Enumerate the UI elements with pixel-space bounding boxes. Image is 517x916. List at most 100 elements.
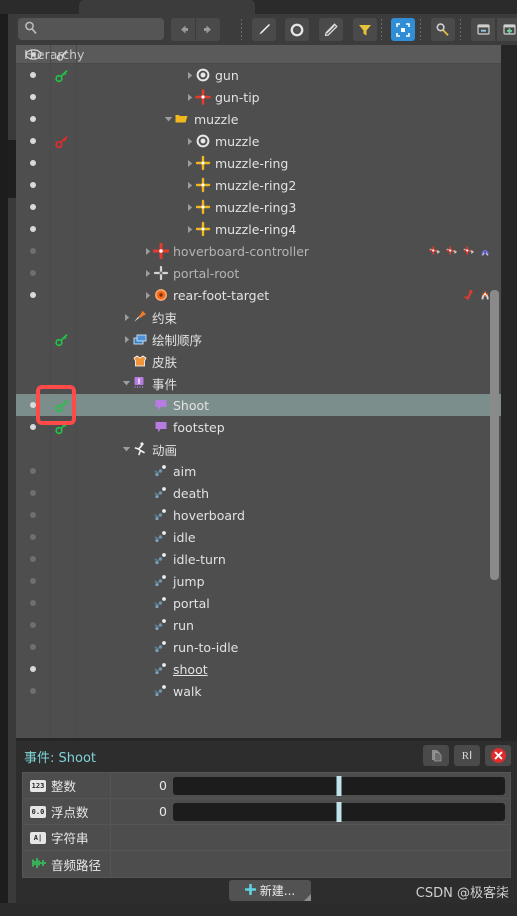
visibility-dot[interactable]	[30, 424, 36, 430]
visibility-dot[interactable]	[30, 116, 36, 122]
tree-row-content[interactable]: hoverboard	[143, 504, 245, 526]
ik-constraint-icon[interactable]	[428, 243, 442, 262]
hierarchy-tree[interactable]: Hierarchy gun gun-tip muzzle muzzle muzzle-r…	[16, 45, 501, 738]
chevron-right-icon[interactable]	[185, 64, 194, 86]
tree-row[interactable]: 事件	[16, 372, 501, 394]
tree-row[interactable]: hoverboard-controller	[16, 240, 501, 262]
chevron-down-icon[interactable]	[122, 438, 131, 460]
chevron-right-icon[interactable]	[143, 262, 152, 284]
visibility-dot[interactable]	[30, 292, 36, 298]
tree-row-content[interactable]: portal	[143, 592, 210, 614]
visibility-dot[interactable]	[30, 688, 36, 694]
dropdown-corner-icon[interactable]	[304, 894, 311, 901]
key-green-icon[interactable]	[54, 398, 72, 413]
ik-constraint-icon[interactable]	[462, 243, 476, 262]
tree-row[interactable]: muzzle-ring	[16, 152, 501, 174]
key-green-icon[interactable]	[54, 332, 72, 347]
tree-row-list[interactable]: gun gun-tip muzzle muzzle muzzle-ring muzzle-…	[16, 64, 501, 738]
tree-row-content[interactable]: muzzle-ring4	[185, 218, 296, 240]
tree-row[interactable]: footstep	[16, 416, 501, 438]
chevron-right-icon[interactable]	[185, 174, 194, 196]
tree-row[interactable]: 约束	[16, 306, 501, 328]
tree-row[interactable]: hoverboard	[16, 504, 501, 526]
search-input[interactable]	[18, 18, 193, 40]
chevron-right-icon[interactable]	[122, 306, 131, 328]
key-green-icon[interactable]	[54, 68, 72, 83]
circle-tool-button[interactable]	[285, 18, 309, 41]
tree-row-content[interactable]: idle-turn	[143, 548, 226, 570]
tree-row-content[interactable]: shoot	[143, 658, 208, 680]
tree-row-content[interactable]: muzzle	[185, 130, 259, 152]
search-field[interactable]	[38, 22, 193, 36]
tree-row[interactable]: shoot	[16, 658, 501, 680]
tree-scrollbar[interactable]	[490, 290, 499, 580]
transform-constraint-icon[interactable]	[462, 287, 476, 306]
audio-path-property[interactable]: 音频路径	[23, 851, 510, 877]
tree-row-content[interactable]: muzzle-ring	[185, 152, 288, 174]
tree-row[interactable]: 皮肤	[16, 350, 501, 372]
float-property[interactable]: 0.0 浮点数 0	[23, 799, 510, 825]
visibility-dot[interactable]	[30, 204, 36, 210]
property-value-cell[interactable]: 0	[111, 799, 510, 824]
rename-button[interactable]: RI	[454, 745, 480, 766]
slider-handle[interactable]	[336, 801, 342, 822]
tree-row-content[interactable]: 事件	[122, 372, 177, 394]
tree-row-content[interactable]: idle	[143, 526, 196, 548]
visibility-dot[interactable]	[30, 556, 36, 562]
tree-row-content[interactable]: gun-tip	[185, 86, 260, 108]
pencil-tool-button[interactable]	[319, 18, 343, 41]
visibility-dot[interactable]	[30, 512, 36, 518]
property-number-value[interactable]: 0	[111, 804, 173, 819]
tree-row-content[interactable]: Shoot	[143, 394, 209, 416]
tree-row[interactable]: 动画	[16, 438, 501, 460]
tree-row-content[interactable]: jump	[143, 570, 205, 592]
ik-constraint-icon[interactable]	[445, 243, 459, 262]
visibility-dot[interactable]	[30, 644, 36, 650]
property-slider[interactable]	[173, 775, 505, 796]
slider-handle[interactable]	[336, 775, 342, 796]
forward-button[interactable]	[196, 18, 220, 41]
tree-row-content[interactable]: run-to-idle	[143, 636, 238, 658]
property-slider[interactable]	[173, 801, 505, 822]
tree-row[interactable]: run	[16, 614, 501, 636]
tree-row-content[interactable]: 皮肤	[122, 350, 177, 372]
tree-row[interactable]: muzzle-ring2	[16, 174, 501, 196]
tree-row[interactable]: walk	[16, 680, 501, 702]
tree-row[interactable]: muzzle	[16, 130, 501, 152]
tree-row-content[interactable]: rear-foot-target	[143, 284, 269, 306]
visibility-dot[interactable]	[30, 468, 36, 474]
tree-row[interactable]: death	[16, 482, 501, 504]
delete-button[interactable]	[485, 745, 511, 766]
duplicate-button[interactable]	[423, 745, 449, 766]
path-constraint-icon[interactable]	[479, 243, 493, 262]
property-number-value[interactable]: 0	[111, 778, 173, 793]
chevron-right-icon[interactable]	[185, 86, 194, 108]
chevron-right-icon[interactable]	[122, 328, 131, 350]
tree-row[interactable]: Shoot	[16, 394, 501, 416]
tree-row-content[interactable]: run	[143, 614, 194, 636]
tree-row-content[interactable]: 约束	[122, 306, 177, 328]
chevron-right-icon[interactable]	[185, 218, 194, 240]
back-button[interactable]	[171, 18, 195, 41]
visibility-dot[interactable]	[30, 490, 36, 496]
visibility-dot[interactable]	[30, 600, 36, 606]
chevron-down-icon[interactable]	[122, 372, 131, 394]
tree-row-content[interactable]: aim	[143, 460, 196, 482]
tree-row-content[interactable]: death	[143, 482, 209, 504]
tree-row[interactable]: gun	[16, 64, 501, 86]
visibility-dot[interactable]	[30, 534, 36, 540]
brush-tool-button[interactable]	[252, 18, 276, 41]
visibility-dot[interactable]	[30, 402, 36, 408]
panel-tab[interactable]	[79, 0, 255, 14]
collapse-all-button[interactable]	[471, 18, 495, 41]
tree-row-content[interactable]: footstep	[143, 416, 225, 438]
integer-property[interactable]: 123 整数 0	[23, 773, 510, 799]
visibility-dot[interactable]	[30, 94, 36, 100]
chevron-right-icon[interactable]	[185, 196, 194, 218]
key-search-button[interactable]	[431, 18, 455, 41]
visibility-dot[interactable]	[30, 182, 36, 188]
visibility-dot[interactable]	[30, 226, 36, 232]
tree-row[interactable]: idle	[16, 526, 501, 548]
tree-row-content[interactable]: 动画	[122, 438, 177, 460]
tree-row[interactable]: 绘制顺序	[16, 328, 501, 350]
